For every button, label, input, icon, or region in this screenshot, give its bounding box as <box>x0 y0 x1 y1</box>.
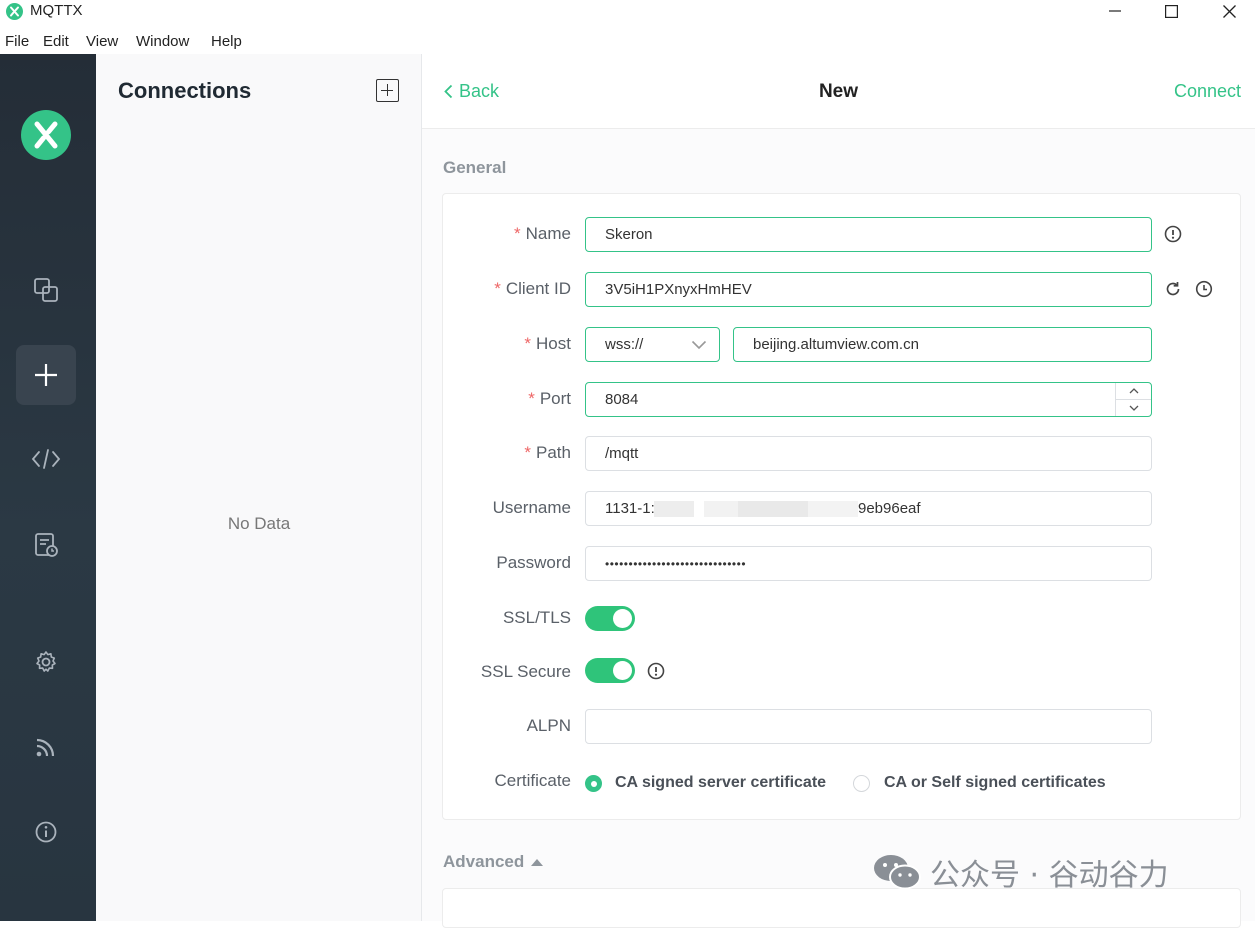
maximize-button[interactable] <box>1142 0 1200 22</box>
increment-button[interactable] <box>1116 383 1151 400</box>
page-title: New <box>818 81 859 102</box>
title-bar: MQTTX <box>0 0 1255 30</box>
port-label: * Port <box>528 389 571 408</box>
path-input[interactable]: /mqtt <box>585 436 1152 471</box>
rail-connections-button[interactable] <box>16 260 76 320</box>
rail-feed-button[interactable] <box>16 717 76 777</box>
host-input[interactable]: beijing.altumview.com.cn <box>733 327 1152 362</box>
general-card: * Name Skeron * Client ID 3V5iH1PXnyxHmHEV… <box>442 193 1241 820</box>
app-title: MQTTX <box>30 2 83 19</box>
menu-edit[interactable]: Edit <box>43 33 69 50</box>
name-input[interactable]: Skeron <box>585 217 1152 252</box>
redacted-segment <box>738 501 808 517</box>
advanced-section-title: Advanced <box>443 852 525 871</box>
gear-icon <box>36 651 56 672</box>
password-label: Password <box>496 553 571 572</box>
advanced-card <box>442 888 1241 928</box>
add-connection-button[interactable] <box>376 79 399 102</box>
port-input[interactable]: 8084 <box>585 382 1152 417</box>
port-value: 8084 <box>605 391 639 408</box>
connections-title: Connections <box>118 78 252 103</box>
protocol-value: wss:// <box>605 336 644 353</box>
chevron-up-icon <box>1129 387 1138 394</box>
empty-state-text: No Data <box>227 514 291 533</box>
password-input[interactable]: •••••••••••••••••••••••••••••• <box>585 546 1152 581</box>
username-input[interactable]: 1131-1: 9eb96eaf <box>585 491 1152 526</box>
alert-circle-icon <box>1164 225 1182 243</box>
sidebar-rail <box>0 54 96 921</box>
menu-file[interactable]: File <box>5 33 29 50</box>
log-icon <box>35 533 58 557</box>
certificate-label: Certificate <box>494 771 571 790</box>
username-value-start: 1131-1: <box>605 500 655 517</box>
self-signed-radio[interactable] <box>853 775 870 792</box>
self-signed-label[interactable]: CA or Self signed certificates <box>884 774 1106 792</box>
code-icon <box>31 449 61 469</box>
username-label: Username <box>492 498 571 517</box>
clock-icon[interactable] <box>1195 280 1213 298</box>
host-label: * Host <box>524 334 571 353</box>
alert-circle-icon <box>647 662 665 680</box>
redacted-segment <box>654 501 694 517</box>
menu-help[interactable]: Help <box>211 33 242 50</box>
ssl-tls-toggle[interactable] <box>585 606 635 631</box>
plus-icon <box>35 364 57 386</box>
rail-about-button[interactable] <box>16 802 76 862</box>
rss-icon <box>36 738 55 757</box>
rail-new-connection-button[interactable] <box>16 345 76 405</box>
username-value-end: 9eb96eaf <box>858 500 921 517</box>
advanced-section-toggle[interactable]: Advanced <box>443 852 544 872</box>
connections-panel: Connections No Data <box>96 54 422 921</box>
wechat-icon <box>874 855 921 890</box>
ssl-secure-toggle[interactable] <box>585 658 635 683</box>
path-label: * Path <box>524 443 571 462</box>
close-button[interactable] <box>1200 0 1255 22</box>
alpn-input[interactable] <box>585 709 1152 744</box>
client-id-input[interactable]: 3V5iH1PXnyxHmHEV <box>585 272 1152 307</box>
ssl-tls-label: SSL/TLS <box>502 608 571 627</box>
menu-window[interactable]: Window <box>136 33 189 50</box>
ssl-secure-label: SSL Secure <box>480 662 571 681</box>
rail-log-button[interactable] <box>16 515 76 575</box>
watermark: 公众号 · 谷动谷力 <box>872 850 1169 894</box>
ca-signed-label[interactable]: CA signed server certificate <box>615 774 826 792</box>
chevron-down-icon <box>1129 405 1138 411</box>
new-connection-form: Back New Connect General * Name Skeron * C… <box>422 54 1255 928</box>
connect-button[interactable]: Connect <box>1174 81 1241 102</box>
protocol-select[interactable]: wss:// <box>585 327 720 362</box>
menu-view[interactable]: View <box>86 33 118 50</box>
caret-up-icon <box>531 858 544 866</box>
general-section-title: General <box>443 158 507 177</box>
mqttx-logo-icon <box>21 110 71 160</box>
client-id-label: * Client ID <box>494 279 571 298</box>
chevron-down-icon <box>691 340 707 350</box>
refresh-icon[interactable] <box>1164 280 1182 298</box>
name-label: * Name <box>514 224 571 243</box>
port-stepper[interactable] <box>1115 383 1151 416</box>
alpn-label: ALPN <box>526 716 571 735</box>
form-header: Back New Connect <box>422 54 1255 129</box>
decrement-button[interactable] <box>1116 400 1151 417</box>
ca-signed-radio[interactable] <box>585 775 602 792</box>
watermark-text: 公众号 · 谷动谷力 <box>930 858 1169 893</box>
rail-script-button[interactable] <box>16 429 76 489</box>
mqttx-logo-icon <box>6 3 23 20</box>
rail-settings-button[interactable] <box>16 632 76 692</box>
menu-bar: File Edit View Window Help <box>0 30 1255 54</box>
minimize-button[interactable] <box>1086 0 1144 22</box>
info-icon <box>35 821 57 843</box>
connections-icon <box>34 278 58 302</box>
redacted-segment <box>808 501 858 517</box>
